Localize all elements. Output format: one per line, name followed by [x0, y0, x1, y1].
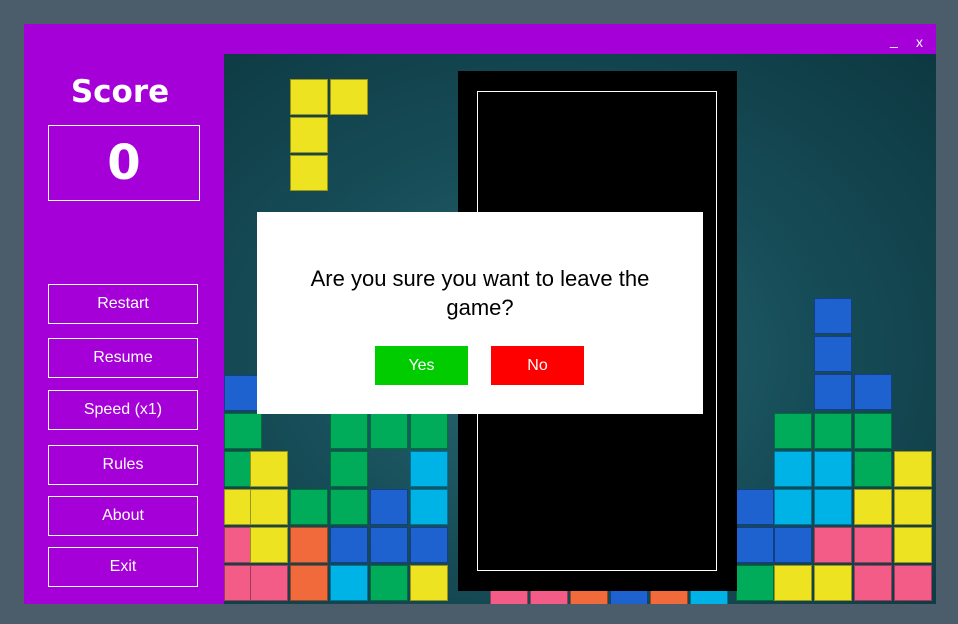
- about-button[interactable]: About: [48, 496, 198, 536]
- tetromino-block: [330, 489, 368, 525]
- tetromino-block: [894, 565, 932, 601]
- tetromino-block: [410, 413, 448, 449]
- no-button[interactable]: No: [491, 346, 584, 385]
- tetromino-block: [814, 336, 852, 372]
- minimize-button[interactable]: _: [890, 32, 898, 48]
- tetromino-block: [370, 527, 408, 563]
- tetromino-block: [774, 451, 812, 487]
- tetromino-block: [370, 413, 408, 449]
- tetromino-block: [736, 565, 774, 601]
- tetromino-block: [854, 374, 892, 410]
- tetromino-block: [250, 565, 288, 601]
- tetromino-block: [814, 527, 852, 563]
- speed-button[interactable]: Speed (x1): [48, 390, 198, 430]
- tetromino-block: [410, 451, 448, 487]
- tetromino-block: [736, 489, 774, 525]
- tetromino-block: [854, 565, 892, 601]
- close-button[interactable]: x: [916, 34, 923, 50]
- tetromino-block: [854, 527, 892, 563]
- tetromino-block: [894, 451, 932, 487]
- score-value: 0: [48, 125, 200, 201]
- tetromino-block: [250, 527, 288, 563]
- restart-button[interactable]: Restart: [48, 284, 198, 324]
- tetromino-block: [290, 489, 328, 525]
- tetromino-block: [330, 79, 368, 115]
- dialog-message: Are you sure you want to leave the game?: [310, 266, 650, 320]
- tetromino-block: [814, 565, 852, 601]
- tetromino-block: [814, 298, 852, 334]
- tetromino-block: [814, 374, 852, 410]
- exit-button[interactable]: Exit: [48, 547, 198, 587]
- tetromino-block: [854, 451, 892, 487]
- tetromino-block: [290, 117, 328, 153]
- score-title: Score: [70, 74, 170, 110]
- tetromino-block: [854, 489, 892, 525]
- tetromino-block: [814, 451, 852, 487]
- resume-button[interactable]: Resume: [48, 338, 198, 378]
- tetromino-block: [774, 489, 812, 525]
- tetromino-block: [894, 527, 932, 563]
- tetromino-block: [370, 565, 408, 601]
- tetromino-block: [410, 527, 448, 563]
- tetromino-block: [774, 565, 812, 601]
- tetromino-block: [814, 489, 852, 525]
- tetromino-block: [410, 565, 448, 601]
- tetromino-block: [854, 413, 892, 449]
- tetromino-block: [370, 489, 408, 525]
- tetromino-block: [736, 527, 774, 563]
- leave-game-dialog: Are you sure you want to leave the game?…: [257, 212, 703, 414]
- rules-button[interactable]: Rules: [48, 445, 198, 485]
- tetromino-block: [224, 413, 262, 449]
- tetromino-block: [410, 489, 448, 525]
- tetromino-block: [774, 527, 812, 563]
- tetromino-block: [290, 79, 328, 115]
- tetromino-block: [330, 565, 368, 601]
- yes-button[interactable]: Yes: [375, 346, 468, 385]
- tetromino-block: [894, 489, 932, 525]
- tetromino-block: [330, 413, 368, 449]
- tetromino-block: [814, 413, 852, 449]
- tetromino-block: [290, 527, 328, 563]
- tetromino-block: [250, 451, 288, 487]
- tetromino-block: [290, 155, 328, 191]
- tetromino-block: [250, 489, 288, 525]
- tetromino-block: [330, 527, 368, 563]
- tetromino-block: [330, 451, 368, 487]
- tetromino-block: [774, 413, 812, 449]
- tetromino-block: [290, 565, 328, 601]
